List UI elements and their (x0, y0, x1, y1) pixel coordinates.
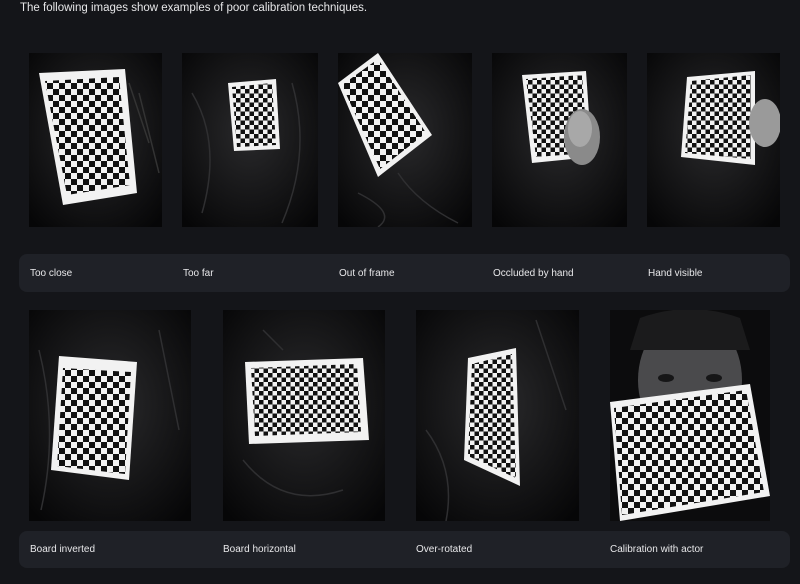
checkerboard-photo (338, 53, 472, 227)
example-image-board-horizontal (223, 310, 385, 521)
example-image-too-far (182, 53, 318, 227)
caption-hand-visible: Hand visible (648, 267, 703, 279)
caption-too-close: Too close (30, 267, 73, 279)
caption-calibration-with-actor: Calibration with actor (610, 544, 704, 555)
example-image-hand-visible (647, 53, 780, 227)
example-image-out-of-frame (338, 53, 472, 227)
caption-bar-row-1: Too close Too far Out of frame Occluded … (19, 254, 790, 292)
example-image-too-close (29, 53, 162, 227)
example-image-board-inverted (29, 310, 191, 521)
checkerboard-photo (492, 53, 627, 227)
caption-over-rotated: Over-rotated (416, 544, 473, 555)
checkerboard-photo (29, 53, 162, 227)
checkerboard-photo (29, 310, 191, 521)
checkerboard-photo (610, 310, 770, 521)
example-image-over-rotated (416, 310, 579, 521)
example-image-calibration-with-actor (610, 310, 770, 521)
caption-occluded-by-hand: Occluded by hand (493, 267, 574, 279)
checkerboard-photo (647, 53, 780, 227)
caption-too-far: Too far (183, 267, 214, 279)
example-image-occluded-by-hand (492, 53, 627, 227)
checkerboard-photo (223, 310, 385, 521)
caption-bar-row-2: Board inverted Board horizontal Over-rot… (19, 531, 790, 568)
caption-board-inverted: Board inverted (30, 544, 96, 555)
caption-board-horizontal: Board horizontal (223, 544, 296, 555)
checkerboard-photo (182, 53, 318, 227)
intro-text: The following images show examples of po… (20, 2, 368, 14)
checkerboard-photo (416, 310, 579, 521)
caption-out-of-frame: Out of frame (339, 267, 395, 279)
